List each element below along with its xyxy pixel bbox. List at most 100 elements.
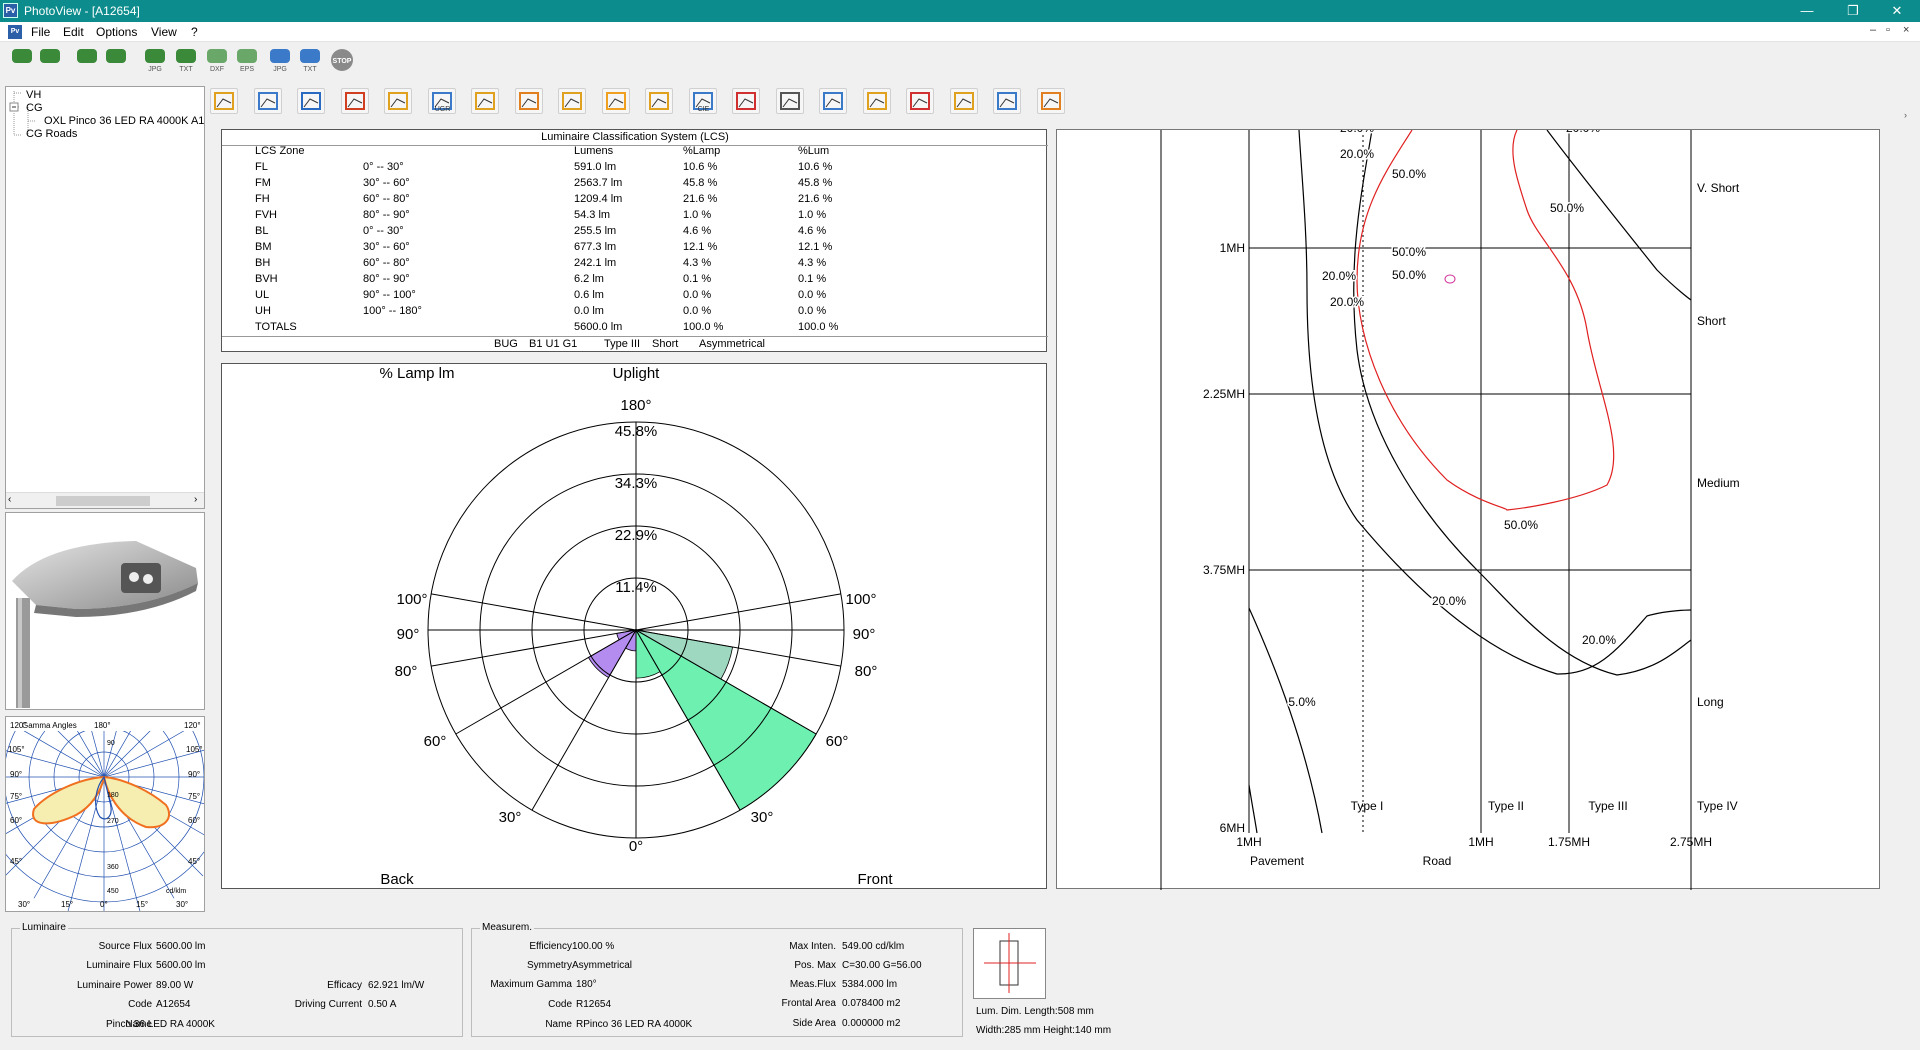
bug-label-back: Back	[380, 871, 414, 888]
bug-angle-label: 60°	[424, 733, 447, 750]
lcs-cell: 10.6 %	[683, 161, 718, 173]
iso-contour-label: 20.0%	[1340, 147, 1374, 161]
export-txt-button[interactable]: TXT	[173, 47, 199, 74]
bars2-icon	[997, 92, 1017, 110]
polar-diagram-thumbnail[interactable]: 120° Gamma Angles 180° 120° 105° 105° 90…	[0, 637, 244, 917]
cone-view-button[interactable]	[601, 88, 630, 114]
scroll-thumb[interactable]	[56, 496, 150, 506]
wand-view-button[interactable]	[210, 88, 238, 114]
utilance-view-button[interactable]	[645, 88, 673, 114]
c-curve-view-button[interactable]	[1036, 88, 1065, 114]
tree-item-cg-roads[interactable]: CG Roads	[26, 128, 77, 140]
polar-view-button[interactable]	[340, 88, 369, 114]
menu-file[interactable]: File	[31, 25, 50, 39]
iso-contour-label: 20.0%	[1432, 594, 1466, 608]
splitter-arrow-icon[interactable]: ›	[1904, 110, 1910, 120]
thumb-label-180: 180°	[94, 721, 111, 730]
chart-view-button[interactable]	[862, 88, 891, 114]
max-intensity-label: Max Inten.	[789, 941, 836, 952]
bug-ring-label: 22.9%	[615, 527, 658, 544]
tree-item-cg[interactable]: CG	[26, 102, 43, 114]
diagram-view-button[interactable]	[471, 88, 499, 114]
bars-view-button[interactable]	[514, 88, 543, 114]
mdi-close-button[interactable]: ×	[1903, 24, 1909, 36]
thumb-label-90-right: 90°	[188, 770, 200, 779]
bug-angle-label: 30°	[499, 809, 522, 826]
menu-edit[interactable]: Edit	[63, 25, 84, 39]
export-txt-blue-button[interactable]: TXT	[297, 47, 323, 74]
people-import-button[interactable]	[74, 47, 100, 74]
view-toolbar: UGR CIE	[210, 86, 1065, 116]
iso-zone-label: Medium	[1697, 476, 1740, 490]
measurement-name-value: RPinco 36 LED RA 4000K	[576, 1019, 693, 1030]
lcs-cell: 54.3 lm	[574, 209, 611, 221]
iso-x-tick: 1.75MH	[1548, 835, 1590, 849]
curve-view-button[interactable]	[384, 88, 412, 114]
maximize-button[interactable]: ❐	[1830, 0, 1876, 22]
lamp-icon	[562, 92, 582, 110]
export-eps-button[interactable]: EPS	[234, 47, 260, 74]
road-view-button[interactable]	[906, 88, 934, 114]
menu-options[interactable]: Options	[96, 25, 137, 39]
iso-contour-label: 20.0%	[1566, 130, 1600, 135]
lcs-cell: 2563.7 lm	[574, 177, 623, 189]
document-icon[interactable]: Pv	[8, 25, 22, 39]
bug-angle-label: 80°	[855, 663, 878, 680]
lamp-view-button[interactable]	[558, 88, 586, 114]
wand-icon	[214, 92, 234, 110]
cie-view-button[interactable]: CIE	[688, 88, 717, 114]
iso-contour-small	[1248, 784, 1258, 834]
lcs-cell: BL	[255, 225, 269, 237]
mdi-restore-button[interactable]: ▫	[1886, 24, 1890, 36]
grid-view-button[interactable]	[819, 88, 847, 114]
scroll-left-icon[interactable]: ‹	[8, 494, 11, 505]
tree-item-vh[interactable]: VH	[26, 89, 41, 101]
iso-contour-label: 5.0%	[1288, 695, 1316, 709]
toolbar-caption: TXT	[179, 66, 193, 73]
sphere-view-button[interactable]	[775, 88, 804, 114]
dimension-length: Lum. Dim. Length:508 mm	[976, 1006, 1094, 1017]
ugr-view-button[interactable]: UGR	[427, 88, 456, 114]
cone-icon	[605, 92, 626, 110]
tiles-view-button[interactable]	[949, 88, 978, 114]
people-export-button[interactable]	[103, 47, 129, 74]
lcs-cell: 0.0 %	[683, 289, 712, 301]
people-open-button[interactable]	[9, 47, 35, 74]
scroll-right-icon[interactable]: ›	[194, 494, 197, 505]
table-view-button[interactable]	[297, 88, 325, 114]
export-txt-blue-icon	[300, 49, 320, 63]
close-button[interactable]: ✕	[1874, 0, 1920, 22]
lcs-cell: 1.0 %	[683, 209, 712, 221]
tree-item-luminaire[interactable]: OXL Pinco 36 LED RA 4000K A12654	[44, 115, 204, 127]
efficiency-label: Efficiency	[529, 941, 572, 952]
minimize-button[interactable]: —	[1784, 0, 1830, 22]
project-tree[interactable]: VH CG OXL Pinco 36 LED RA 4000K A12654 C…	[5, 86, 205, 509]
menu-view[interactable]: View	[151, 25, 177, 39]
people-save-button[interactable]	[37, 47, 63, 74]
tiles-icon	[953, 92, 974, 110]
lcs-bug-rating: B1 U1 G1	[529, 338, 578, 350]
export-dxf-button[interactable]: DXF	[204, 47, 230, 74]
thumb-ring-180: 180	[107, 792, 119, 799]
iso-pavement-label: Pavement	[1250, 854, 1305, 868]
stop-button[interactable]: STOP	[329, 47, 355, 74]
iso-y-tick: 1MH	[1220, 241, 1245, 255]
tree-horizontal-scrollbar[interactable]: ‹ ›	[6, 492, 204, 508]
lcs-cell: 4.3 %	[798, 257, 827, 269]
lcs-cell: FVH	[255, 209, 277, 221]
dimension-drawing	[984, 933, 1036, 993]
export-jpg-button[interactable]: JPG	[142, 47, 168, 74]
lcs-cell: 242.1 lm	[574, 257, 617, 269]
bars2-view-button[interactable]	[993, 88, 1021, 114]
rings-view-button[interactable]	[732, 88, 760, 114]
symmetry-value: Asymmetrical	[572, 960, 633, 971]
side-area-value: 0.000000 m2	[842, 1018, 901, 1029]
toolbar-caption: TXT	[303, 66, 317, 73]
histogram-view-button[interactable]	[253, 88, 282, 114]
lcs-cell: 0.0 %	[683, 305, 712, 317]
symmetry-label: Symmetry	[527, 960, 572, 971]
menu-help[interactable]: ?	[191, 25, 198, 39]
mdi-minimize-button[interactable]: –	[1870, 24, 1876, 36]
lcs-cell: 255.5 lm	[574, 225, 617, 237]
export-jpg-blue-button[interactable]: JPG	[267, 47, 293, 74]
